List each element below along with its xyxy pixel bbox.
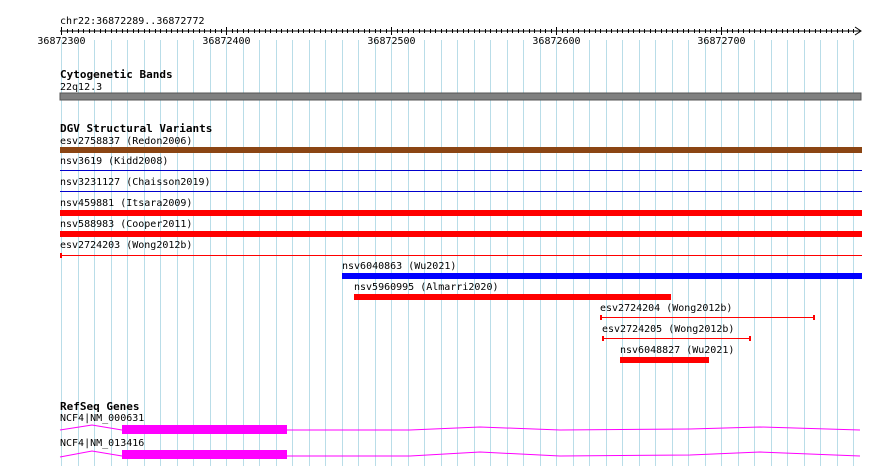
ruler-tick-label: 36872500 xyxy=(367,36,415,47)
variant-feature[interactable]: nsv6040863 (Wu2021) xyxy=(342,261,862,279)
variant-label: esv2724205 (Wong2012b) xyxy=(602,324,734,335)
variant-bar[interactable] xyxy=(620,357,709,363)
refseq-track[interactable]: RefSeq Genes NCF4|NM_000631 NCF4|NM_0134… xyxy=(59,400,861,459)
variant-feature[interactable]: nsv5960995 (Almarri2020) xyxy=(354,282,671,300)
variant-label: nsv3619 (Kidd2008) xyxy=(60,156,168,167)
gene-feature[interactable]: NCF4|NM_000631 xyxy=(59,413,861,434)
gene-label: NCF4|NM_000631 xyxy=(60,413,144,424)
gene-intron-line xyxy=(59,424,123,431)
variant-bar[interactable] xyxy=(342,273,862,279)
variant-end-cap xyxy=(600,315,602,320)
variant-bar[interactable] xyxy=(354,294,671,300)
variant-bar[interactable] xyxy=(60,231,862,237)
variant-end-cap xyxy=(60,253,62,258)
variant-feature[interactable]: nsv459881 (Itsara2009) xyxy=(60,198,862,216)
cytoband-track[interactable]: Cytogenetic Bands 22q12.3 xyxy=(59,68,862,101)
variant-label: nsv3231127 (Chaisson2019) xyxy=(60,177,211,188)
genome-browser-panel: chr22:36872289..36872772 36872300 3687240… xyxy=(37,16,862,466)
variant-end-cap xyxy=(813,315,815,320)
variant-label: nsv6048827 (Wu2021) xyxy=(620,345,734,356)
variant-feature[interactable]: nsv588983 (Cooper2011) xyxy=(60,219,862,237)
variant-feature[interactable]: nsv6048827 (Wu2021) xyxy=(620,345,734,363)
grid-lines xyxy=(61,40,854,466)
ruler-tick-label: 36872300 xyxy=(37,36,85,47)
variant-label: nsv6040863 (Wu2021) xyxy=(342,261,456,272)
variant-feature[interactable]: esv2724205 (Wong2012b) xyxy=(602,324,751,341)
dgv-track-title: DGV Structural Variants xyxy=(60,122,212,135)
dgv-track[interactable]: DGV Structural Variants esv2758837 (Redo… xyxy=(60,122,862,363)
variant-feature[interactable]: esv2724204 (Wong2012b) xyxy=(600,303,815,320)
variant-bar[interactable] xyxy=(60,210,862,216)
variant-bar[interactable] xyxy=(60,147,862,153)
ruler-tick-label: 36872700 xyxy=(697,36,745,47)
variant-label: nsv5960995 (Almarri2020) xyxy=(354,282,499,293)
gene-exon[interactable] xyxy=(122,450,287,459)
variant-end-cap xyxy=(602,336,604,341)
cytoband-track-title: Cytogenetic Bands xyxy=(60,68,173,81)
ruler-tick-label: 36872400 xyxy=(202,36,250,47)
cytoband-bar[interactable] xyxy=(59,92,862,101)
gene-intron-line xyxy=(59,450,123,458)
variant-label: esv2724204 (Wong2012b) xyxy=(600,303,732,314)
region-label: chr22:36872289..36872772 xyxy=(60,16,205,27)
variant-feature[interactable]: esv2758837 (Redon2006) xyxy=(60,136,862,153)
gene-exon[interactable] xyxy=(122,425,287,434)
refseq-track-title: RefSeq Genes xyxy=(60,400,139,413)
cytoband-label: 22q12.3 xyxy=(60,82,102,93)
gene-feature[interactable]: NCF4|NM_013416 xyxy=(59,438,861,459)
variant-label: nsv459881 (Itsara2009) xyxy=(60,198,192,209)
variant-label: nsv588983 (Cooper2011) xyxy=(60,219,192,230)
ruler-tick-label: 36872600 xyxy=(532,36,580,47)
variant-label: esv2758837 (Redon2006) xyxy=(60,136,192,147)
variant-end-cap xyxy=(749,336,751,341)
variant-feature[interactable]: nsv3231127 (Chaisson2019) xyxy=(60,177,862,192)
gene-label: NCF4|NM_013416 xyxy=(60,438,144,449)
variant-label: esv2724203 (Wong2012b) xyxy=(60,240,192,251)
variant-feature[interactable]: nsv3619 (Kidd2008) xyxy=(60,156,862,171)
variant-feature[interactable]: esv2724203 (Wong2012b) xyxy=(60,240,862,258)
